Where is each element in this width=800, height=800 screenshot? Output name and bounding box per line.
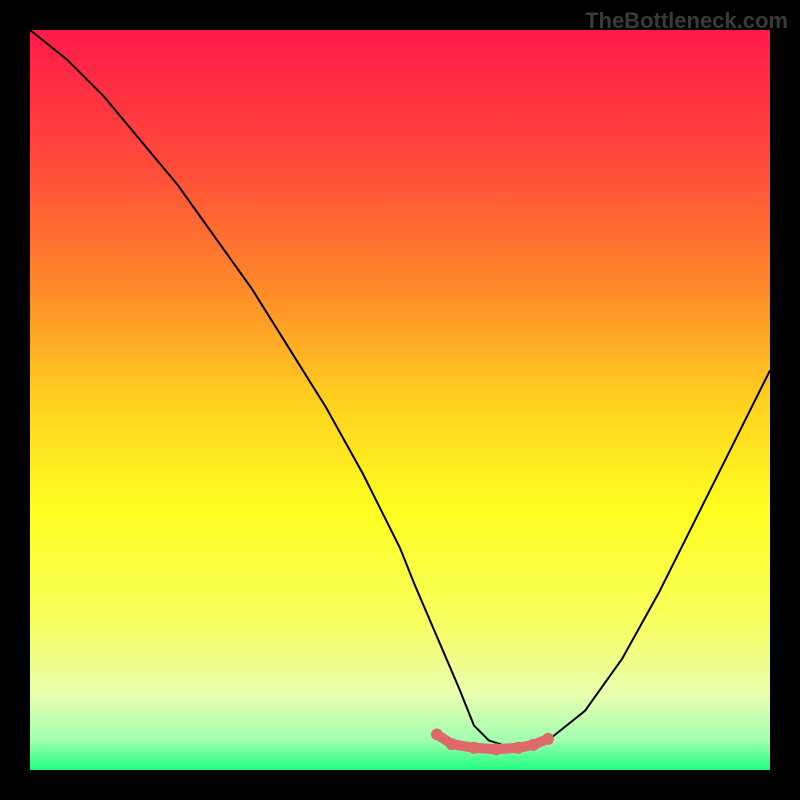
chart-svg [30, 30, 770, 770]
watermark-text: TheBottleneck.com [585, 8, 788, 34]
optimal-dot [542, 733, 554, 745]
optimal-dot [431, 728, 443, 740]
optimal-dot [512, 742, 524, 754]
optimal-dot [527, 739, 539, 751]
optimal-dot [468, 742, 480, 754]
plot-area [30, 30, 770, 770]
optimal-dot [446, 738, 458, 750]
optimal-dot [490, 743, 502, 755]
chart-container: TheBottleneck.com [0, 0, 800, 800]
